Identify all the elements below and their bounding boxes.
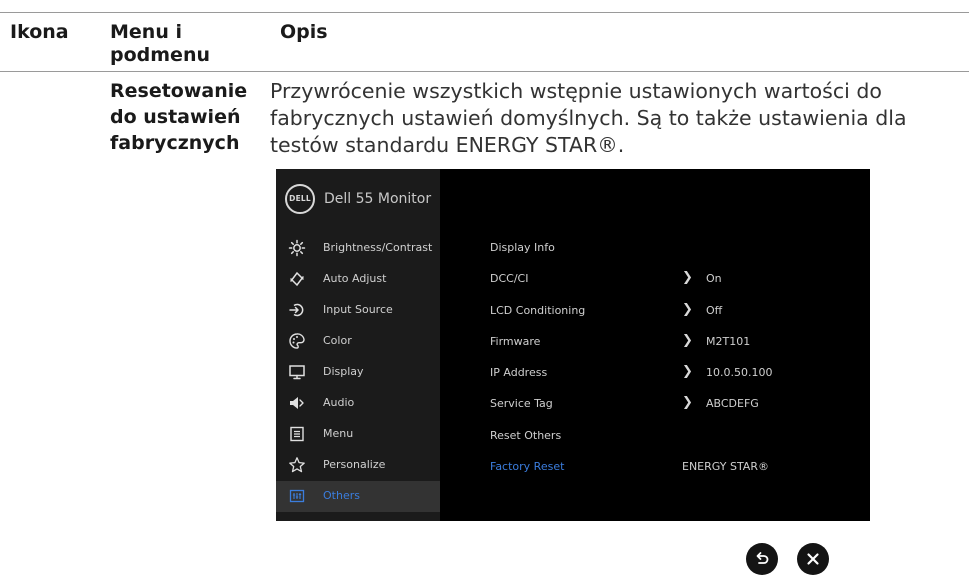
sidebar-item-label: Menu — [323, 427, 354, 440]
osd-screenshot: DELL Dell 55 Monitor Brightness/Contrast… — [276, 169, 870, 521]
sidebar-item-label: Brightness/Contrast — [323, 241, 433, 254]
sidebar-item-display[interactable]: Display — [276, 357, 440, 388]
row-description: Przywrócenie wszystkich wstępnie ustawio… — [270, 79, 907, 157]
speaker-icon — [288, 394, 306, 412]
osd-item-dcc-ci[interactable]: DCC/CI ❯ On — [440, 264, 870, 295]
back-button[interactable] — [746, 543, 778, 575]
osd-item-value: 10.0.50.100 — [706, 366, 773, 380]
header-icon-column: Ikona — [10, 21, 69, 43]
osd-item-value: M2T101 — [706, 334, 751, 348]
brightness-icon — [288, 239, 306, 257]
row-menu-name: Resetowanie do ustawień fabrycznych — [110, 80, 248, 154]
osd-item-label: Reset Others — [490, 428, 562, 442]
sidebar-item-label: Color — [323, 334, 352, 347]
sidebar-item-label: Others — [323, 489, 360, 502]
osd-item-label: LCD Conditioning — [490, 303, 586, 317]
osd-item-label: DCC/CI — [490, 272, 529, 286]
sidebar-item-color[interactable]: Color — [276, 326, 440, 357]
sidebar-item-personalize[interactable]: Personalize — [276, 450, 440, 481]
osd-item-label: IP Address — [490, 366, 548, 380]
osd-sidebar: DELL Dell 55 Monitor Brightness/Contrast… — [276, 169, 440, 521]
others-icon — [288, 487, 306, 505]
osd-item-value: ENERGY STAR® — [682, 460, 769, 474]
sidebar-item-label: Display — [323, 365, 364, 378]
sidebar-item-label: Personalize — [323, 458, 386, 471]
input-source-icon — [288, 301, 306, 319]
osd-item-reset-others[interactable]: Reset Others — [440, 421, 870, 452]
osd-item-value: ABCDEFG — [706, 397, 759, 411]
osd-item-label: Display Info — [490, 241, 555, 254]
chevron-right-icon: ❯ — [682, 364, 693, 380]
sidebar-item-brightness-contrast[interactable]: Brightness/Contrast — [276, 233, 440, 264]
sidebar-item-label: Input Source — [323, 303, 393, 316]
display-monitor-icon — [288, 363, 306, 381]
sidebar-item-menu[interactable]: Menu — [276, 419, 440, 450]
chevron-right-icon: ❯ — [682, 301, 693, 317]
sidebar-item-label: Auto Adjust — [323, 272, 387, 285]
chevron-right-icon: ❯ — [682, 270, 693, 286]
sidebar-item-label: Audio — [323, 396, 355, 409]
chevron-right-icon: ❯ — [682, 395, 693, 411]
osd-item-lcd-conditioning[interactable]: LCD Conditioning ❯ Off — [440, 296, 870, 327]
osd-sidebar-list: Brightness/Contrast Auto Adjust Input Sour… — [276, 233, 440, 512]
osd-item-label: Service Tag — [490, 397, 553, 411]
chevron-right-icon: ❯ — [682, 332, 693, 348]
osd-item-list: Display Info DCC/CI ❯ On LCD Conditioning ❯ Of… — [440, 233, 870, 483]
menu-list-icon — [288, 425, 306, 443]
auto-adjust-icon — [288, 270, 306, 288]
star-icon — [288, 456, 306, 474]
back-icon — [756, 552, 769, 564]
osd-header: DELL Dell 55 Monitor — [276, 169, 440, 231]
close-icon — [807, 553, 819, 565]
sidebar-item-input-source[interactable]: Input Source — [276, 295, 440, 326]
osd-item-service-tag[interactable]: Service Tag ❯ ABCDEFG — [440, 389, 870, 420]
table-top-rule — [0, 12, 969, 13]
osd-item-firmware[interactable]: Firmware ❯ M2T101 — [440, 327, 870, 358]
color-palette-icon — [288, 332, 306, 350]
osd-item-display-info[interactable]: Display Info — [440, 233, 870, 264]
osd-item-label: Firmware — [490, 334, 541, 348]
osd-item-ip-address[interactable]: IP Address ❯ 10.0.50.100 — [440, 358, 870, 389]
sidebar-item-audio[interactable]: Audio — [276, 388, 440, 419]
header-description-column: Opis — [280, 21, 328, 43]
osd-item-factory-reset[interactable]: Factory Reset ENERGY STAR® — [440, 452, 870, 483]
dell-logo: DELL — [285, 184, 315, 214]
header-menu-column: Menu i podmenu — [110, 21, 210, 66]
osd-title: Dell 55 Monitor — [324, 191, 432, 207]
osd-main-panel: Display Info DCC/CI ❯ On LCD Conditioning ❯ Of… — [440, 169, 870, 521]
sidebar-item-auto-adjust[interactable]: Auto Adjust — [276, 264, 440, 295]
osd-item-label: Factory Reset — [490, 460, 565, 474]
osd-item-value: On — [706, 272, 722, 286]
sidebar-item-others[interactable]: Others — [276, 481, 440, 512]
table-header-rule — [0, 71, 969, 72]
osd-item-value: Off — [706, 303, 723, 317]
close-button[interactable] — [797, 543, 829, 575]
